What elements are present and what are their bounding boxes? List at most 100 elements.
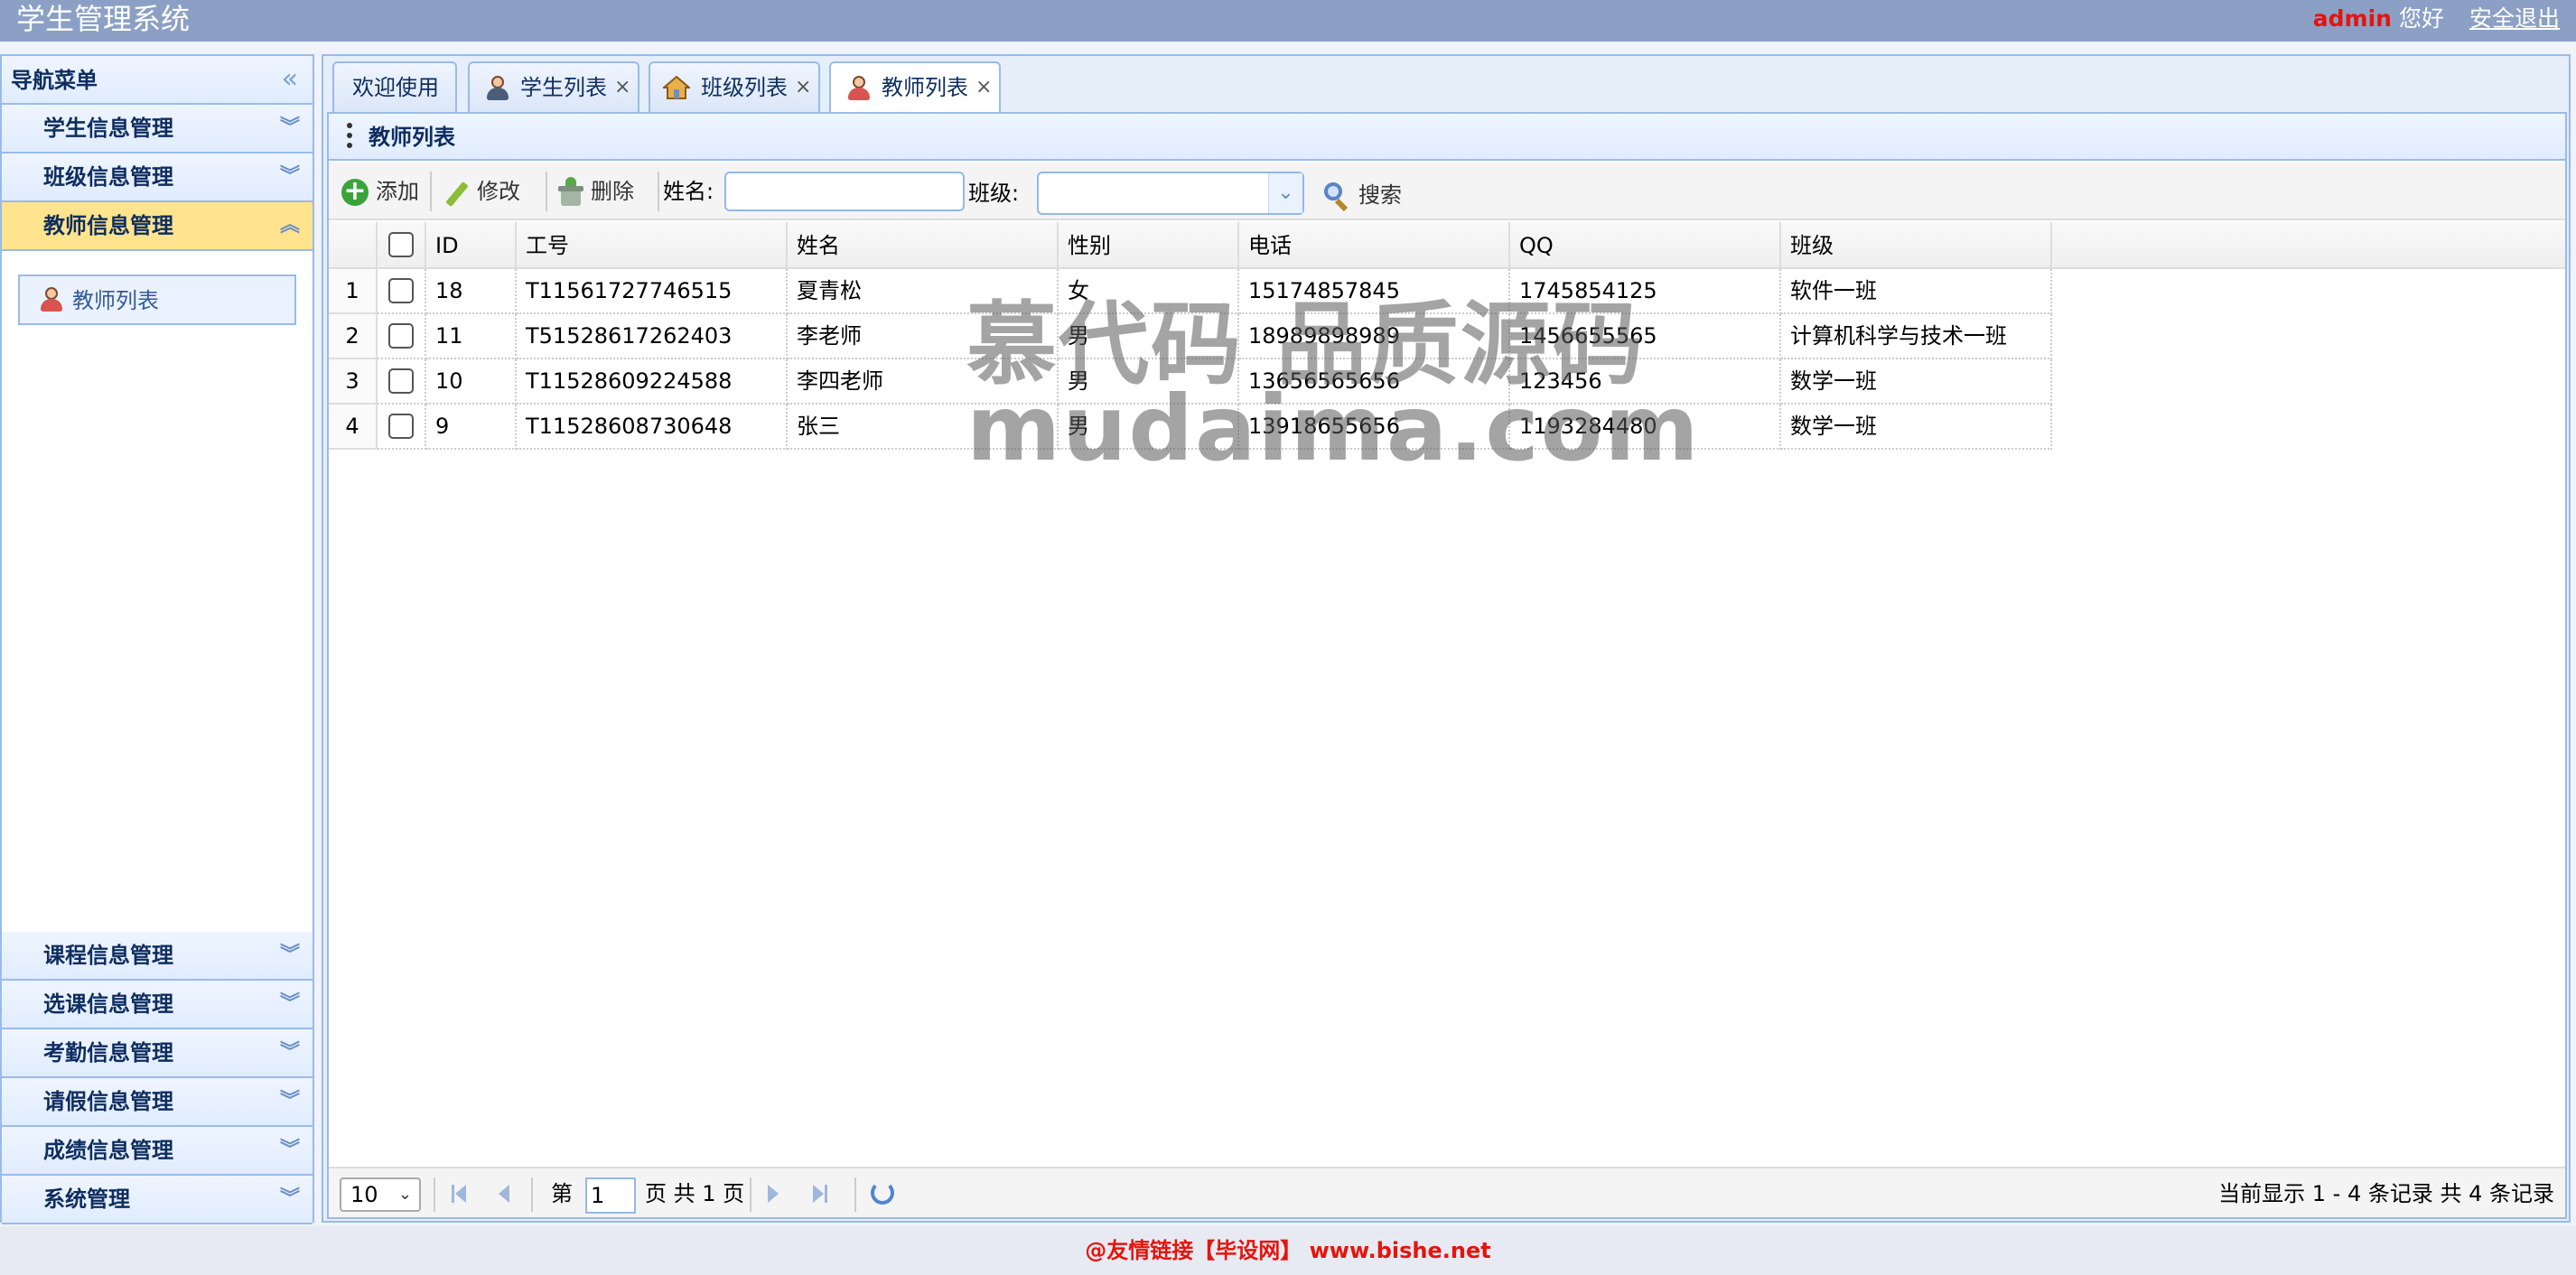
double-chevron-down-icon: ︾ xyxy=(279,992,300,1015)
cell-name: 李四老师 xyxy=(788,359,1059,405)
cell-phone: 13656565656 xyxy=(1239,359,1510,405)
row-checkbox[interactable] xyxy=(388,278,414,303)
cell-name: 李老师 xyxy=(788,314,1059,359)
double-chevron-down-icon: ︾ xyxy=(279,1187,300,1210)
name-label: 姓名: xyxy=(663,179,714,204)
close-icon[interactable]: × xyxy=(795,63,811,112)
nav-section-label: 学生信息管理 xyxy=(43,116,173,141)
close-icon[interactable]: × xyxy=(614,63,630,112)
class-label: 班级: xyxy=(968,181,1020,206)
cell-qq: 1193284480 xyxy=(1510,405,1781,450)
table-row[interactable]: 3 10 T11528609224588 李四老师 男 13656565656 … xyxy=(329,359,2565,405)
row-checkbox[interactable] xyxy=(388,323,414,349)
class-select[interactable]: ⌄ xyxy=(1037,172,1304,215)
first-page-icon[interactable] xyxy=(446,1181,471,1206)
cell-phone: 18989898989 xyxy=(1239,314,1510,359)
table-row[interactable]: 1 18 T11561727746515 夏青松 女 15174857845 1… xyxy=(329,269,2565,314)
row-number: 1 xyxy=(329,269,378,314)
edit-button-label: 修改 xyxy=(477,179,520,204)
cell-name: 张三 xyxy=(788,405,1059,450)
double-chevron-down-icon: ︾ xyxy=(279,1090,300,1112)
table-row[interactable]: 4 9 T11528608730648 张三 男 13918655656 119… xyxy=(329,405,2565,450)
tab-student-list[interactable]: 学生列表 × xyxy=(468,61,639,112)
double-chevron-down-icon: ︾ xyxy=(279,944,300,966)
nav-section-student-info[interactable]: 学生信息管理 ︾ xyxy=(2,105,313,154)
footer-link[interactable]: @友情链接【毕设网】 www.bishe.net xyxy=(1085,1238,1490,1263)
column-header-phone[interactable]: 电话 xyxy=(1239,222,1510,269)
nav-section-course-selection[interactable]: 选课信息管理 ︾ xyxy=(2,981,313,1029)
name-search-input[interactable] xyxy=(724,172,965,211)
pencil-icon xyxy=(445,181,469,208)
table-header: ID 工号 姓名 性别 电话 QQ 班级 xyxy=(329,222,2565,269)
double-chevron-up-icon: ︽ xyxy=(279,214,300,237)
row-checkbox[interactable] xyxy=(388,414,414,439)
student-icon xyxy=(486,76,509,101)
page-prefix: 第 xyxy=(551,1181,573,1206)
more-vertical-icon[interactable] xyxy=(347,123,352,152)
delete-button[interactable]: 删除 xyxy=(555,170,649,213)
double-chevron-down-icon: ︾ xyxy=(279,1041,300,1064)
tab-content: 教师列表 + 添加 修改 删除 姓名: 班级: ⌄ 搜索 ID 工号 姓名 性别… xyxy=(327,112,2567,1219)
close-icon[interactable]: × xyxy=(975,63,992,112)
nav-panel: 导航菜单 « 学生信息管理 ︾ 班级信息管理 ︾ 教师信息管理 ︽ 教师列表 课… xyxy=(0,54,314,1224)
cell-name: 夏青松 xyxy=(788,269,1059,314)
cell-gender: 男 xyxy=(1059,359,1239,405)
column-header-number[interactable]: 工号 xyxy=(517,222,788,269)
tab-welcome[interactable]: 欢迎使用 xyxy=(332,61,457,112)
nav-header: 导航菜单 « xyxy=(2,56,313,105)
app-title: 学生管理系统 xyxy=(16,2,191,36)
column-header-qq[interactable]: QQ xyxy=(1510,222,1781,269)
chevron-down-icon[interactable]: ⌄ xyxy=(1268,173,1302,213)
cell-id: 10 xyxy=(426,359,517,405)
nav-item-teacher-list[interactable]: 教师列表 xyxy=(18,275,296,325)
cell-id: 11 xyxy=(426,314,517,359)
table-row[interactable]: 2 11 T51528617262403 李老师 男 18989898989 1… xyxy=(329,314,2565,359)
nav-section-course-info[interactable]: 课程信息管理 ︾ xyxy=(2,932,313,981)
cell-qq: 1456655565 xyxy=(1510,314,1781,359)
nav-section-system[interactable]: 系统管理 ︾ xyxy=(2,1176,313,1224)
select-all-checkbox[interactable] xyxy=(388,232,414,257)
nav-section-attendance[interactable]: 考勤信息管理 ︾ xyxy=(2,1029,313,1078)
tab-teacher-list[interactable]: 教师列表 × xyxy=(829,61,1001,116)
column-header-class[interactable]: 班级 xyxy=(1781,222,2052,269)
add-icon: + xyxy=(341,178,369,206)
next-page-icon[interactable] xyxy=(762,1181,788,1206)
edit-button[interactable]: 修改 xyxy=(441,170,540,213)
search-button[interactable]: 搜索 xyxy=(1322,173,1413,217)
pagination-bar: 10 ⌄ 第 页 共 1 页 当前显示 1 - 4 条记录 共 4 条记录 xyxy=(329,1167,2565,1217)
delete-button-label: 删除 xyxy=(591,179,634,204)
tab-class-list[interactable]: 班级列表 × xyxy=(649,61,820,112)
footer: @友情链接【毕设网】 www.bishe.net xyxy=(0,1226,2576,1275)
toolbar: + 添加 修改 删除 姓名: 班级: ⌄ 搜索 xyxy=(329,163,2565,220)
column-header-gender[interactable]: 性别 xyxy=(1059,222,1239,269)
teacher-icon xyxy=(847,76,871,101)
cell-gender: 男 xyxy=(1059,405,1239,450)
nav-section-label: 成绩信息管理 xyxy=(43,1138,173,1163)
cell-id: 9 xyxy=(426,405,517,450)
nav-section-leave[interactable]: 请假信息管理 ︾ xyxy=(2,1078,313,1127)
prev-page-icon[interactable] xyxy=(490,1181,515,1206)
double-chevron-left-icon[interactable]: « xyxy=(282,56,298,103)
row-checkbox[interactable] xyxy=(388,368,414,394)
top-header: 学生管理系统 admin 您好 安全退出 xyxy=(0,0,2576,42)
add-button[interactable]: + 添加 xyxy=(340,170,425,213)
nav-section-grades[interactable]: 成绩信息管理 ︾ xyxy=(2,1127,313,1176)
nav-section-teacher-info[interactable]: 教师信息管理 ︽ xyxy=(2,202,313,251)
search-button-label: 搜索 xyxy=(1358,182,1402,208)
page-size-select[interactable]: 10 ⌄ xyxy=(340,1177,421,1212)
pager-divider xyxy=(531,1177,533,1212)
refresh-icon[interactable] xyxy=(871,1181,894,1205)
panel-title: 教师列表 xyxy=(369,125,455,150)
main-panel: 欢迎使用 学生列表 × 班级列表 × 教师列表 × 教师列表 + 添加 修改 删… xyxy=(322,54,2571,1223)
column-header-name[interactable]: 姓名 xyxy=(788,222,1059,269)
nav-section-label: 课程信息管理 xyxy=(43,943,173,968)
toolbar-divider xyxy=(658,172,659,211)
nav-item-label: 教师列表 xyxy=(72,288,159,313)
row-select-cell xyxy=(378,314,426,359)
last-page-icon[interactable] xyxy=(807,1181,833,1206)
teacher-icon xyxy=(40,287,63,312)
column-header-id[interactable]: ID xyxy=(426,222,517,269)
page-number-input[interactable] xyxy=(585,1177,636,1214)
nav-section-class-info[interactable]: 班级信息管理 ︾ xyxy=(2,154,313,202)
logout-link[interactable]: 安全退出 xyxy=(2469,5,2560,32)
